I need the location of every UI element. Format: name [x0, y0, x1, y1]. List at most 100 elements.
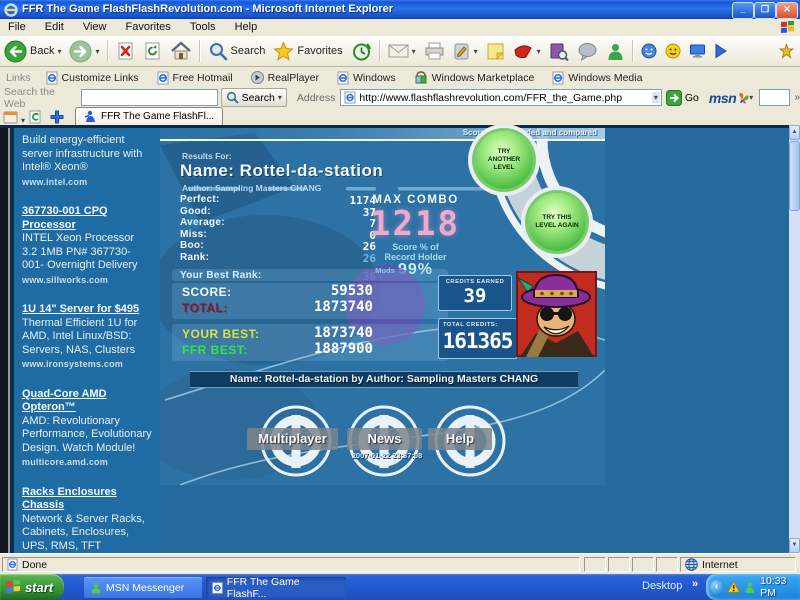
msn-dropdown-icon[interactable]: ▾ [749, 93, 753, 102]
forward-button[interactable]: ▾ [65, 38, 103, 64]
msn-butterfly-icon [739, 92, 749, 103]
new-tab-button[interactable] [48, 109, 65, 124]
realplayer-button[interactable]: ▾ [509, 38, 545, 64]
player-avatar[interactable] [516, 271, 597, 357]
msn-toolbar-logo[interactable]: msn ▾ [709, 90, 753, 106]
link-customize-links[interactable]: Customize Links [37, 71, 148, 85]
warning-tray-icon[interactable] [727, 580, 741, 594]
print-button[interactable] [420, 38, 449, 64]
hide-tray-icons-button[interactable]: ‹ [710, 579, 724, 595]
history-icon [352, 42, 371, 60]
ad-url[interactable]: www.ironsystems.com [22, 358, 152, 372]
mail-dropdown-icon[interactable]: ▾ [412, 47, 416, 56]
scroll-down-button[interactable]: ▼ [789, 538, 800, 553]
menu-help[interactable]: Help [227, 19, 266, 33]
msn-messenger-tray-icon[interactable] [744, 581, 756, 594]
back-dropdown-icon[interactable]: ▾ [57, 47, 61, 56]
overflow-chevron-icon[interactable]: » [794, 92, 800, 103]
msn-buddy-icon [608, 43, 623, 60]
start-button[interactable]: start [0, 574, 64, 600]
try-this-level-again-button[interactable]: TRY THIS LEVEL AGAIN [528, 193, 586, 251]
plus-icon [50, 110, 64, 123]
favorites-button[interactable]: Favorites [269, 38, 346, 64]
web-search-button[interactable]: Search ▾ [220, 88, 287, 107]
tab-home-button[interactable] [2, 109, 19, 124]
web-search-input[interactable] [81, 89, 218, 106]
task-ffr[interactable]: FFR The Game FlashF... [206, 576, 346, 600]
desktop-toolbar-label[interactable]: Desktop [642, 580, 682, 592]
menu-tools[interactable]: Tools [182, 19, 224, 33]
link-windows-marketplace[interactable]: Windows Marketplace [405, 71, 544, 84]
menu-favorites[interactable]: Favorites [118, 19, 179, 33]
realplayer-icon [514, 44, 532, 58]
home-icon [170, 41, 191, 60]
addon-button[interactable] [775, 38, 798, 64]
address-input[interactable]: http://www.flashflashrevolution.com/FFR_… [340, 89, 662, 106]
ad-title-link[interactable]: 1U 14" Server for $495 [22, 303, 152, 317]
ad-url[interactable]: multicore.amd.com [22, 456, 152, 470]
ad-body: INTEL Xeon Processor 3.2 1MB PN# 367730-… [22, 232, 138, 271]
total-value: 1873740 [313, 299, 373, 315]
link-windows[interactable]: Windows [328, 71, 405, 85]
scroll-up-button[interactable]: ▲ [789, 125, 800, 140]
smiley-button[interactable] [661, 38, 685, 64]
ad-item: Build energy-efficient server infrastruc… [22, 134, 152, 189]
link-label: Windows Marketplace [431, 71, 535, 84]
ad-title-link[interactable]: Racks Enclosures Chassis [22, 486, 152, 513]
scrollbar-thumb[interactable] [789, 141, 800, 211]
tab-ffr[interactable]: FFR The Game FlashFl... [75, 107, 224, 125]
im-status-button[interactable] [637, 38, 661, 64]
news-button[interactable]: News [347, 428, 422, 450]
back-button[interactable]: Back ▾ [0, 38, 65, 64]
research-button[interactable] [545, 38, 573, 64]
forward-dropdown-icon[interactable]: ▾ [95, 47, 99, 56]
link-realplayer[interactable]: RealPlayer [242, 71, 328, 84]
msn-messenger-button[interactable] [602, 38, 629, 64]
mail-button[interactable]: ▾ [384, 38, 420, 64]
multiplayer-button[interactable]: Multiplayer [247, 428, 338, 450]
menu-file[interactable]: File [0, 19, 34, 33]
minimize-button[interactable]: _ [732, 2, 754, 19]
try-another-level-button[interactable]: TRY ANOTHER LEVEL [475, 131, 533, 189]
menu-edit[interactable]: Edit [37, 19, 72, 33]
edit-dropdown-icon[interactable]: ▾ [474, 47, 478, 56]
ad-item: 1U 14" Server for $495 Thermal Efficient… [22, 303, 152, 372]
stop-button[interactable] [112, 38, 139, 64]
task-msn-messenger[interactable]: MSN Messenger [84, 577, 202, 598]
ad-url[interactable]: www.intel.com [22, 176, 152, 190]
tab-home-dropdown-icon[interactable]: ▾ [21, 116, 25, 125]
vertical-scrollbar[interactable]: ▲ ▼ [789, 125, 800, 553]
refresh-button[interactable] [139, 38, 166, 64]
messenger-button[interactable] [573, 38, 602, 64]
notes-icon [487, 43, 504, 60]
ad-title-link[interactable]: Quad-Core AMD Opteron™ [22, 388, 152, 415]
play-button[interactable] [710, 38, 732, 64]
help-button[interactable]: Help [428, 428, 492, 450]
realplayer-dropdown-icon[interactable]: ▾ [537, 47, 541, 56]
ie-page-icon [337, 71, 349, 84]
notes-button[interactable] [482, 38, 509, 64]
search-dropdown-icon[interactable]: ▾ [278, 93, 282, 102]
go-button[interactable]: Go [665, 89, 699, 106]
history-button[interactable] [347, 38, 376, 64]
link-windows-media[interactable]: Windows Media [543, 71, 651, 85]
desktop-overflow-chevron-icon[interactable]: » [692, 578, 698, 590]
msn-buddy-icon [91, 582, 101, 593]
link-label: RealPlayer [267, 71, 320, 84]
search-button[interactable]: Search [204, 38, 270, 64]
ad-title-link[interactable]: 367730-001 CPQ Processor [22, 205, 152, 232]
home-button[interactable] [166, 38, 196, 64]
msn-search-input[interactable] [759, 89, 791, 106]
monitor-button[interactable] [685, 38, 710, 64]
ad-url[interactable]: www.sillworks.com [22, 274, 152, 288]
close-button[interactable]: ✕ [776, 2, 798, 19]
edit-button[interactable]: ▾ [449, 38, 482, 64]
status-cell [656, 557, 678, 572]
maximize-button[interactable]: ❐ [754, 2, 776, 19]
menu-view[interactable]: View [75, 19, 115, 33]
link-free-hotmail[interactable]: Free Hotmail [148, 71, 242, 85]
max-combo-value: 1218 [370, 204, 460, 244]
tab-refresh-button[interactable] [27, 109, 44, 124]
address-url[interactable]: http://www.flashflashrevolution.com/FFR_… [359, 92, 622, 104]
address-dropdown-icon[interactable]: ▾ [651, 92, 660, 103]
